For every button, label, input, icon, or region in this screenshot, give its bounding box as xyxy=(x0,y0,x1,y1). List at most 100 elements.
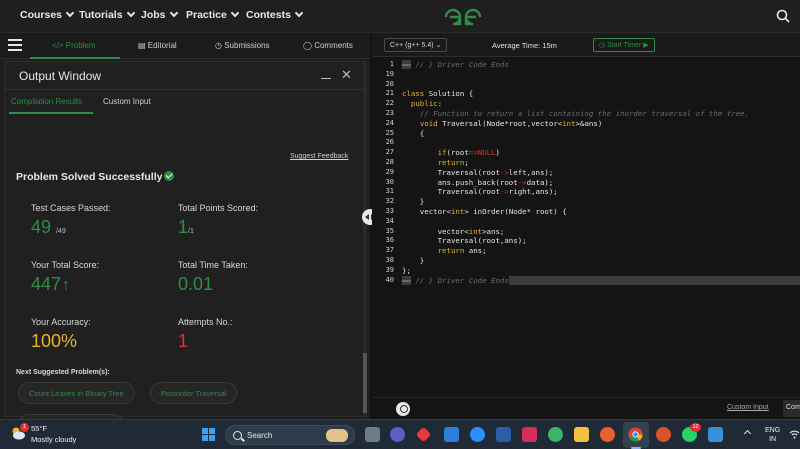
app-icon[interactable] xyxy=(522,427,537,442)
code-line: }; xyxy=(402,265,411,275)
line-number: 39 xyxy=(385,265,394,274)
code-line: // Function to return a list containing … xyxy=(419,109,750,118)
line-number: 33 xyxy=(385,207,394,215)
language-select[interactable]: C++ (g++ 5.4) ⌄ xyxy=(384,38,448,52)
code-line: return; xyxy=(437,158,469,167)
check-circle-icon xyxy=(164,171,175,181)
time-taken-label: Total Time Taken: xyxy=(178,260,248,270)
tab-problem-label: Problem xyxy=(65,41,96,50)
suggest-feedback-link[interactable]: Suggest Feedback xyxy=(290,153,348,160)
line-number: 34 xyxy=(385,216,394,225)
nav-practice-label: Practice xyxy=(186,9,227,21)
start-timer-button[interactable]: ◷ Start Timer ▶ xyxy=(593,38,655,52)
hamburger-menu-icon[interactable] xyxy=(8,39,22,51)
total-score-label: Your Total Score: xyxy=(31,260,100,270)
language-indicator[interactable]: ENG IN xyxy=(765,426,780,444)
tab-submissions-label: Submissions xyxy=(224,41,270,50)
line-number: 28 xyxy=(385,158,394,166)
tab-compilation-results[interactable]: Compilation Results xyxy=(11,97,82,106)
editor-bottom-bar: Custom Input Compile & Run xyxy=(372,397,800,419)
geeksforgeeks-logo-icon[interactable] xyxy=(444,8,482,26)
chevron-down-icon xyxy=(65,8,75,18)
anydesk-icon[interactable] xyxy=(415,426,432,443)
suggestion-chip[interactable]: Count Leaves in Binary Tree xyxy=(18,382,135,404)
output-scrollbar[interactable] xyxy=(363,63,367,417)
tab-custom-input[interactable]: Custom Input xyxy=(103,97,151,106)
line-number: 35 xyxy=(385,226,394,235)
code-line: public: xyxy=(410,99,443,109)
close-icon[interactable]: ✕ xyxy=(341,68,352,81)
tab-submissions[interactable]: ◷ Submissions xyxy=(215,41,270,50)
average-time: Average Time: 15m xyxy=(492,41,557,50)
code-line: Traversal(root,ans); xyxy=(402,236,527,246)
calendar-icon[interactable] xyxy=(496,427,511,442)
scrollbar-thumb[interactable] xyxy=(363,353,367,413)
code-line: Traversal(root->right,ans); xyxy=(402,187,558,197)
firefox-icon[interactable] xyxy=(600,427,615,442)
chrome-icon[interactable] xyxy=(628,427,643,442)
status-text: Problem Solved Successfully xyxy=(16,171,163,183)
chat-app-icon[interactable] xyxy=(548,427,563,442)
weather-badge: 1 xyxy=(20,423,29,432)
search-icon[interactable] xyxy=(776,9,790,23)
output-window-title: Output Window xyxy=(19,69,102,83)
mail-icon[interactable] xyxy=(444,427,459,442)
lightbulb-icon[interactable] xyxy=(396,402,410,416)
line-number: 36 xyxy=(385,236,394,245)
nav-practice[interactable]: Practice xyxy=(186,8,240,21)
accuracy-label: Your Accuracy: xyxy=(31,317,91,327)
wifi-icon[interactable] xyxy=(789,429,800,440)
nav-jobs-label: Jobs xyxy=(141,9,166,21)
output-window-tabs: Compilation Results Custom Input xyxy=(5,91,365,115)
tab-editorial[interactable]: ▤ Editorial xyxy=(138,41,177,50)
nav-tutorials[interactable]: Tutorials xyxy=(79,8,135,21)
test-cases-label: Test Cases Passed: xyxy=(31,203,111,213)
chevron-up-icon[interactable] xyxy=(743,429,752,438)
code-line: { xyxy=(402,128,425,138)
suggestion-chip[interactable]: Postorder Traversal xyxy=(150,382,238,404)
code-line: if(root==NULL) xyxy=(437,148,500,158)
custom-input-link[interactable]: Custom Input xyxy=(727,404,769,411)
top-navbar: Courses Tutorials Jobs Practice Contests xyxy=(0,0,800,33)
zoom-icon[interactable] xyxy=(470,427,485,442)
search-icon xyxy=(233,431,242,440)
line-number: 31 xyxy=(385,187,394,196)
points-scored: 1 xyxy=(178,217,189,237)
status-message: Problem Solved Successfully xyxy=(16,170,175,183)
task-view-icon[interactable] xyxy=(365,427,380,442)
test-cases-value: 49 /49 xyxy=(31,217,66,238)
powerpoint-icon[interactable] xyxy=(656,427,671,442)
active-tab-indicator xyxy=(30,57,120,59)
code-line: Traversal(root->left,ans); xyxy=(402,167,554,177)
lang-line2: IN xyxy=(769,436,777,443)
nav-jobs[interactable]: Jobs xyxy=(141,8,178,21)
minimize-icon[interactable] xyxy=(321,78,331,79)
code-area[interactable]: ▬▬ // } Driver Code Ends class Solution … xyxy=(402,59,800,389)
tab-problem[interactable]: </> Problem xyxy=(52,41,96,50)
search-highlight-icon xyxy=(326,429,348,442)
output-window-header: Output Window ✕ xyxy=(5,62,365,90)
total-score-value: 447↑ xyxy=(31,274,70,295)
tab-comments[interactable]: ◯ Comments xyxy=(303,41,353,50)
windows-start-icon[interactable] xyxy=(202,428,216,442)
taskbar-search-label: Search xyxy=(247,431,273,440)
file-explorer-icon[interactable] xyxy=(574,427,589,442)
left-panel: </> Problem ▤ Editorial ◷ Submissions ◯ … xyxy=(0,33,370,436)
play-icon: ▶ xyxy=(643,42,649,49)
photos-icon[interactable] xyxy=(708,427,723,442)
compile-run-button[interactable]: Compile & Run xyxy=(783,400,800,417)
time-taken-value: 0.01 xyxy=(178,274,214,294)
taskbar-search-box[interactable]: Search xyxy=(225,425,355,445)
total-score: 447 xyxy=(31,274,62,294)
code-line: ▬▬ // } Driver Code Ends xyxy=(402,275,800,285)
nav-contests[interactable]: Contests xyxy=(246,8,304,21)
attempts-value: 1 xyxy=(178,331,189,351)
code-line: return ans; xyxy=(437,246,487,256)
code-line: vector<int> inOrder(Node* root) { xyxy=(402,207,567,216)
teams-icon[interactable] xyxy=(390,427,405,442)
line-number: 20 xyxy=(385,79,394,88)
nav-tutorials-label: Tutorials xyxy=(79,9,123,21)
code-editor-panel: C++ (g++ 5.4) ⌄ Average Time: 15m ◷ Star… xyxy=(372,33,800,419)
nav-courses[interactable]: Courses xyxy=(20,8,75,21)
start-timer-label: Start Timer xyxy=(607,42,642,49)
